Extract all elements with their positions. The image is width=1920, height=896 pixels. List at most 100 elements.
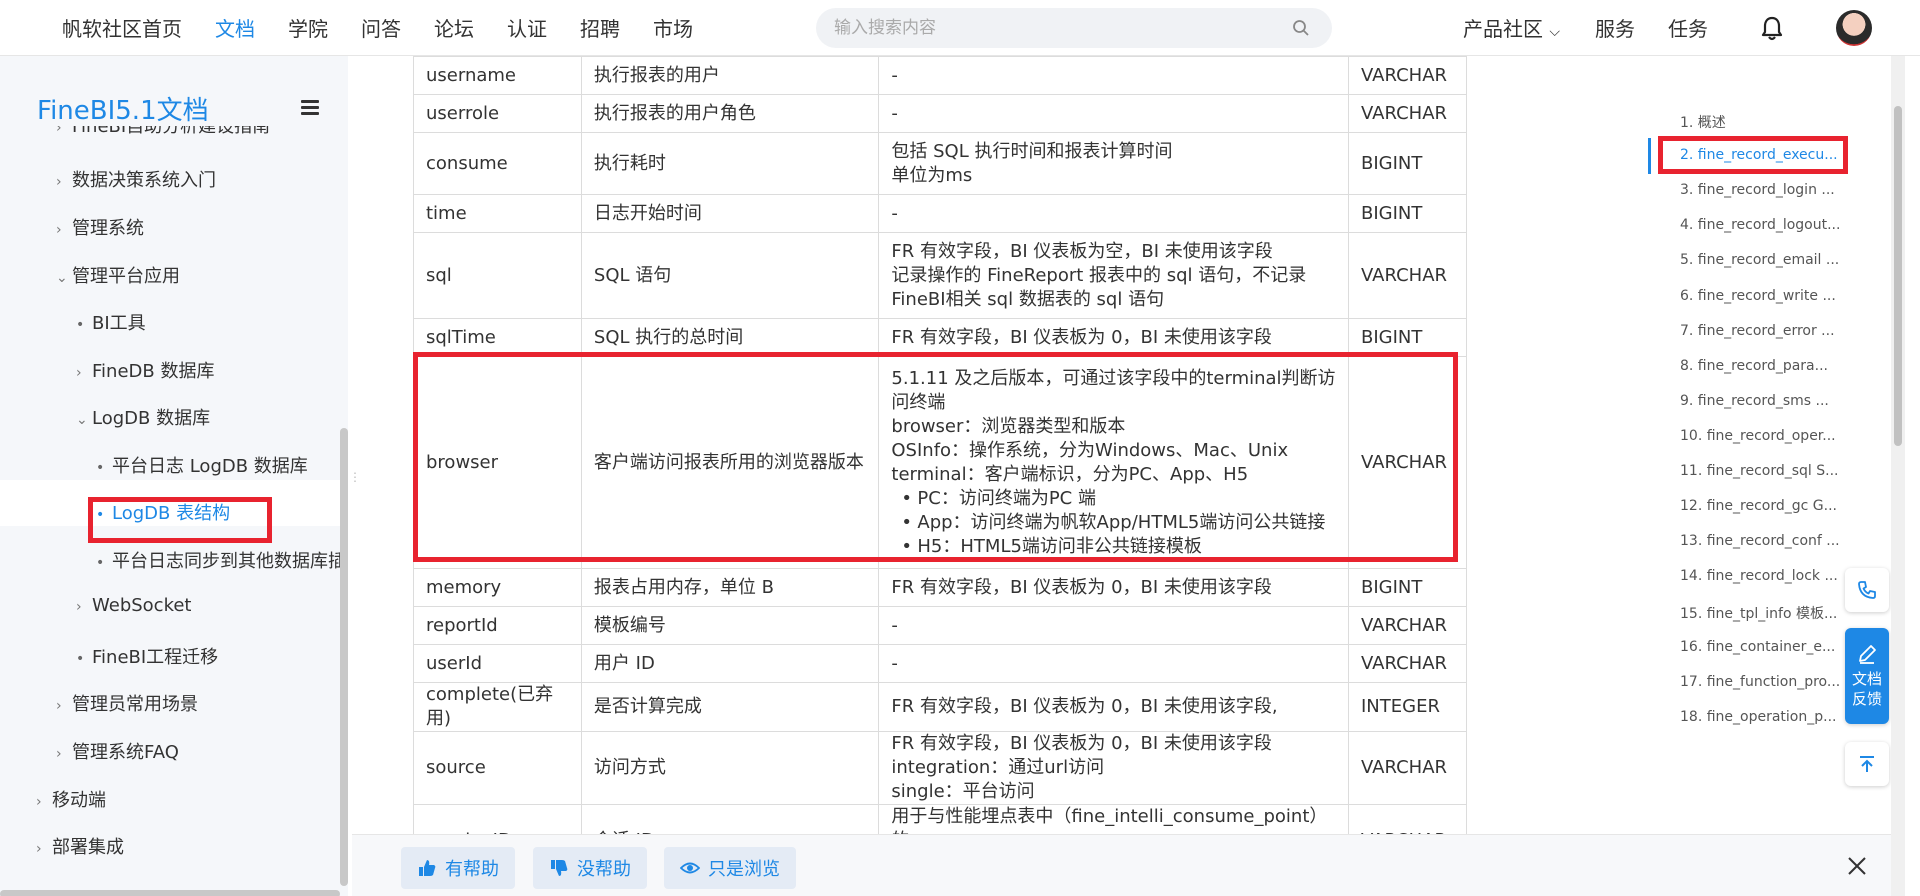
nav-academy[interactable]: 学院: [288, 13, 328, 42]
note-line: 记录操作的 FineReport 报表中的 sql 语句，不记录 FineBI相…: [891, 264, 1307, 310]
field-note-cell: FR 有效字段，BI 仪表板为 0，BI 未使用该字段: [878, 568, 1349, 607]
toc-item[interactable]: 12. fine_record_gc G...: [1680, 498, 1837, 514]
nav-docs[interactable]: 文档: [215, 13, 255, 42]
nav-tasks[interactable]: 任务: [1668, 13, 1708, 42]
toc-item[interactable]: 13. fine_record_conf ...: [1680, 533, 1840, 549]
nav-home[interactable]: 帆软社区首页: [62, 13, 182, 42]
sidebar-item-finebi-guide[interactable]: › FineBI自助分析建设指南: [56, 126, 270, 138]
sidebar-item-mobile[interactable]: › 移动端: [36, 786, 106, 812]
note-bullet: App：访问终端为帆软App/HTML5端访问公共链接: [901, 511, 1336, 535]
toc-item[interactable]: 16. fine_container_e...: [1680, 639, 1835, 655]
sidebar-item-management-faq[interactable]: › 管理系统FAQ: [56, 738, 179, 764]
field-type-cell: VARCHAR: [1348, 731, 1467, 805]
field-type-cell: VARCHAR: [1348, 232, 1467, 319]
helpful-button[interactable]: 有帮助: [401, 847, 515, 889]
sidebar-item-migration[interactable]: • FineBI工程迁移: [76, 643, 218, 669]
sidebar-h-scrollbar[interactable]: [0, 890, 340, 896]
table-row: sessionID会话 ID用于与性能埋点表中（fine_intelli_con…: [413, 804, 1467, 834]
close-icon[interactable]: [1846, 855, 1868, 877]
field-desc-cell: 执行报表的用户: [580, 56, 880, 95]
browse-only-button[interactable]: 只是浏览: [664, 847, 796, 889]
sidebar-title[interactable]: FineBI5.1文档: [37, 90, 209, 127]
nav-certification[interactable]: 认证: [507, 13, 547, 42]
toc-item[interactable]: 4. fine_record_logout...: [1680, 217, 1840, 233]
field-type-cell: VARCHAR: [1348, 356, 1467, 569]
sidebar-item-websocket[interactable]: › WebSocket: [76, 595, 192, 616]
field-desc-cell: 是否计算完成: [580, 682, 880, 732]
nav-forum[interactable]: 论坛: [434, 13, 474, 42]
search-box: [816, 8, 1332, 48]
nav-service[interactable]: 服务: [1595, 13, 1635, 42]
sidebar-item-logdb[interactable]: ⌄ LogDB 数据库: [76, 404, 210, 430]
phone-button[interactable]: [1845, 568, 1889, 612]
toc-item[interactable]: 7. fine_record_error ...: [1680, 323, 1835, 339]
field-name-cell: sessionID: [413, 804, 582, 834]
toc-item[interactable]: 17. fine_function_pro...: [1680, 674, 1840, 690]
field-desc-cell: 用户 ID: [580, 644, 880, 683]
toc-item[interactable]: 9. fine_record_sms ...: [1680, 393, 1829, 409]
sidebar-item-logdb-schema[interactable]: • LogDB 表结构: [96, 499, 230, 525]
sidebar-item-decision-intro[interactable]: › 数据决策系统入门: [56, 166, 216, 192]
nav-market[interactable]: 市场: [653, 13, 693, 42]
toc-item[interactable]: 5. fine_record_email ...: [1680, 252, 1839, 268]
bell-icon[interactable]: [1758, 14, 1786, 42]
back-to-top-button[interactable]: [1845, 742, 1889, 786]
table-row: source 访问方式 FR 有效字段，BI 仪表板为 0，BI 未使用该字段 int…: [413, 731, 1467, 805]
avatar[interactable]: [1836, 10, 1872, 46]
toc-item[interactable]: 3. fine_record_login ...: [1680, 182, 1835, 198]
field-type-cell: VARCHAR: [1348, 606, 1467, 645]
doc-feedback-label-1: 文档: [1851, 670, 1882, 688]
sidebar-item-bi-tools[interactable]: • BI工具: [76, 309, 146, 335]
sidebar-item-admin-scenarios[interactable]: › 管理员常用场景: [56, 690, 198, 716]
field-name-cell: sql: [413, 232, 582, 319]
menu-icon[interactable]: [301, 100, 319, 115]
nav-product-community[interactable]: 产品社区 ⌵: [1463, 13, 1560, 42]
feedback-bar: 有帮助 没帮助 只是浏览: [352, 834, 1891, 896]
note-line: -: [891, 202, 898, 224]
note-line: 包括 SQL 执行时间和报表计算时间: [891, 140, 1173, 162]
field-note-cell: -: [878, 644, 1349, 683]
toc-item[interactable]: 1. 概述: [1680, 112, 1726, 132]
note-bullets: PC：访问终端为PC 端App：访问终端为帆软App/HTML5端访问公共链接H…: [891, 487, 1336, 559]
thumbs-up-icon: [419, 860, 436, 876]
field-name-cell: consume: [413, 132, 582, 195]
nav-jobs[interactable]: 招聘: [580, 13, 620, 42]
sidebar-item-deployment[interactable]: › 部署集成: [36, 833, 124, 859]
note-line: single：平台访问: [891, 781, 1035, 802]
page-scrollbar-thumb[interactable]: [1894, 106, 1902, 446]
field-name-cell: userId: [413, 644, 582, 683]
field-desc-cell: 执行耗时: [580, 132, 880, 195]
sidebar-scrollbar[interactable]: [340, 428, 348, 886]
sidebar-item-platform-log-logdb[interactable]: • 平台日志 LogDB 数据库: [96, 452, 308, 478]
sidebar-item-log-sync-plugin[interactable]: • 平台日志同步到其他数据库插件: [96, 547, 345, 573]
page-scrollbar[interactable]: [1891, 56, 1905, 896]
table-row: browser 客户端访问报表所用的浏览器版本 5.1.11 及之后版本，可通过该字…: [413, 356, 1467, 569]
field-name-cell: sqlTime: [413, 318, 582, 357]
toc-item[interactable]: 6. fine_record_write ...: [1680, 288, 1836, 304]
top-navbar: 帆软社区首页 文档 学院 问答 论坛 认证 招聘 市场 产品社区 ⌵ 服务 任务: [0, 0, 1920, 56]
sidebar-item-management[interactable]: › 管理系统: [56, 214, 144, 240]
search-icon[interactable]: [1292, 19, 1310, 37]
toc-item[interactable]: 18. fine_operation_p...: [1680, 709, 1836, 725]
toc-item[interactable]: 8. fine_record_para...: [1680, 358, 1828, 374]
sidebar-item-platform-app[interactable]: ⌄ 管理平台应用: [56, 262, 180, 288]
doc-feedback-button[interactable]: 文档 反馈: [1845, 628, 1889, 724]
field-desc-cell: SQL 执行的总时间: [580, 318, 880, 357]
field-note-cell: FR 有效字段，BI 仪表板为 0，BI 未使用该字段,: [878, 682, 1349, 732]
toc-item[interactable]: 10. fine_record_oper...: [1680, 428, 1836, 444]
toc-item[interactable]: 15. fine_tpl_info 模板...: [1680, 603, 1837, 623]
sidebar-item-finedb[interactable]: › FineDB 数据库: [76, 357, 214, 383]
sidebar-tree: › FineBI自助分析建设指南 › 数据决策系统入门 › 管理系统 ⌄ 管理平台应用 …: [0, 126, 345, 896]
toc-item[interactable]: 11. fine_record_sql S...: [1680, 463, 1839, 479]
toc-item[interactable]: 14. fine_record_lock ...: [1680, 568, 1838, 584]
field-note-cell: -: [878, 56, 1349, 95]
resize-handle[interactable]: ⋮: [349, 470, 361, 484]
note-line: 用于与性能埋点表中（fine_intelli_consume_point）的: [891, 806, 1328, 834]
toc-item[interactable]: 2. fine_record_execu...: [1680, 147, 1838, 163]
doc-feedback-label-2: 反馈: [1851, 690, 1882, 708]
nav-qa[interactable]: 问答: [361, 13, 401, 42]
note-line: FR 有效字段，BI 仪表板为 0，BI 未使用该字段: [891, 326, 1272, 348]
not-helpful-button[interactable]: 没帮助: [533, 847, 647, 889]
search-input[interactable]: [834, 18, 1274, 38]
table-row: reportId 模板编号 - VARCHAR: [413, 606, 1467, 645]
